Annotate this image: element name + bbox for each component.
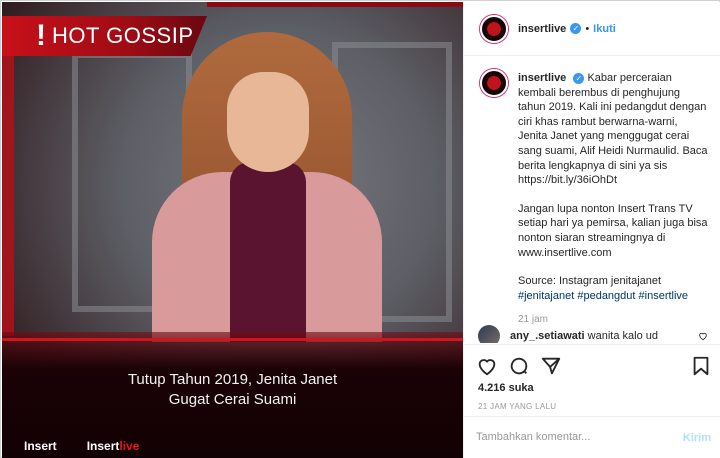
hashtag-jenitajanet[interactable]: #jenitajanet — [518, 290, 574, 302]
caption-username[interactable]: insertlive — [518, 72, 566, 84]
hot-gossip-label: HOT GOSSIP — [52, 23, 194, 48]
bookmark-icon[interactable] — [690, 355, 712, 377]
comment-text: any_.setiawati wanita kalo ud — [510, 330, 658, 342]
face — [227, 72, 309, 172]
caption-divider — [2, 338, 463, 341]
image-caption: Tutup Tahun 2019, Jenita Janet Gugat Cer… — [2, 370, 463, 410]
heart-icon[interactable] — [698, 331, 708, 341]
verified-icon: ✓ — [570, 23, 582, 34]
post-header: insertlive ✓ • Ikuti — [464, 2, 720, 56]
share-icon[interactable] — [540, 355, 562, 377]
action-bar — [464, 344, 720, 384]
heart-icon[interactable] — [476, 355, 498, 377]
exclamation-icon: ! — [36, 19, 46, 52]
woman-photo — [152, 22, 382, 342]
post-sidebar: insertlive ✓ • Ikuti insertlive ✓ Kabar … — [463, 2, 720, 458]
caption-body: insertlive ✓ Kabar perceraian kembali be… — [518, 71, 708, 328]
comment-icon[interactable] — [508, 355, 530, 377]
avatar[interactable] — [480, 14, 508, 43]
insertlive-logo-a: Insert — [86, 439, 120, 453]
comment-body: wanita kalo ud — [587, 330, 658, 342]
insert-logo: Insert — [24, 439, 57, 453]
hashtag-pedangdut[interactable]: #pedangdut — [577, 290, 635, 302]
hashtag-insertlive[interactable]: #insertlive — [639, 290, 689, 302]
maroon-turtleneck — [230, 162, 306, 342]
header-username[interactable]: insertlive — [518, 23, 566, 35]
separator: • — [585, 22, 590, 35]
caption-avatar[interactable] — [480, 69, 508, 97]
caption-paragraph-3: Source: Instagram jenitajanet — [518, 275, 662, 288]
post-caption: insertlive ✓ Kabar perceraian kembali be… — [480, 69, 712, 328]
instagram-post-window: ! HOT GOSSIP Tutup Tahun 2019, Jenita Ja… — [0, 0, 720, 458]
commenter-avatar[interactable] — [478, 325, 500, 343]
decorative-red-bar-top — [207, 2, 463, 7]
insertlive-logo: Insertlive — [87, 439, 140, 453]
caption-paragraph-1: Kabar perceraian kembali berembus di pen… — [518, 72, 708, 187]
verified-icon: ✓ — [573, 73, 585, 84]
logos: Insert Insertlive — [24, 439, 139, 453]
send-button[interactable]: Kirim — [683, 432, 711, 444]
likes-count[interactable]: 4.216 suka — [478, 382, 534, 394]
follow-button[interactable]: Ikuti — [593, 23, 616, 35]
comment-input[interactable] — [476, 431, 666, 443]
add-comment-bar: Kirim — [464, 416, 720, 458]
caption-line-1: Tutup Tahun 2019, Jenita Janet — [127, 371, 338, 388]
commenter-username[interactable]: any_.setiawati — [510, 330, 585, 342]
comment-item: any_.setiawati wanita kalo ud — [478, 325, 716, 343]
decorative-red-bar-left — [2, 16, 14, 336]
caption-paragraph-2: Jangan lupa nonton Insert Trans TV setia… — [518, 202, 708, 259]
post-timestamp: 21 JAM YANG LALU — [478, 402, 557, 411]
post-image[interactable]: ! HOT GOSSIP Tutup Tahun 2019, Jenita Ja… — [2, 2, 463, 458]
comments-section[interactable]: insertlive ✓ Kabar perceraian kembali be… — [464, 57, 720, 343]
hot-gossip-banner: ! HOT GOSSIP — [2, 16, 207, 56]
insertlive-logo-b: live — [119, 439, 140, 453]
caption-line-2: Gugat Cerai Suami — [168, 391, 297, 408]
